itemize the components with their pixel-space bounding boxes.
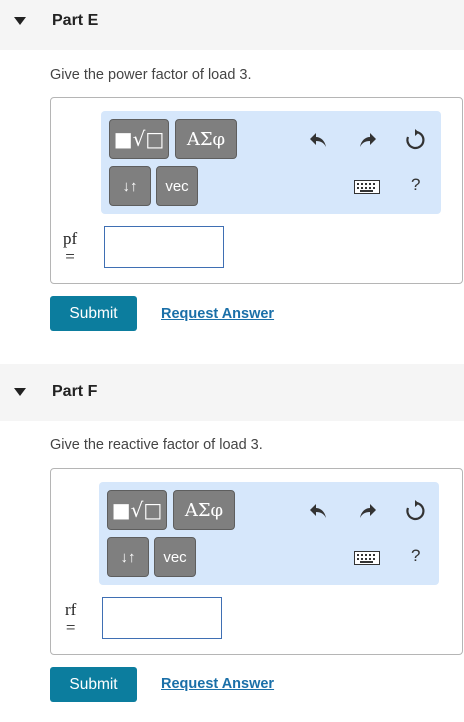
part-e-header[interactable]: Part E: [0, 0, 464, 50]
answer-box: ■√□ ΑΣφ ↓↑ vec ? rf =: [50, 468, 463, 655]
help-button[interactable]: ?: [411, 175, 420, 195]
greek-label: ΑΣφ: [184, 499, 224, 521]
caret-down-icon[interactable]: [14, 388, 26, 396]
vec-label: vec: [165, 177, 189, 195]
templates-button[interactable]: ■√□: [107, 490, 167, 530]
keyboard-icon[interactable]: [353, 175, 381, 199]
reset-icon[interactable]: [403, 128, 427, 152]
answer-box: ■√□ ΑΣφ ↓↑ vec ? pf =: [50, 97, 463, 284]
part-f-header[interactable]: Part F: [0, 364, 464, 421]
equals-sign: =: [65, 247, 75, 266]
redo-icon[interactable]: [356, 499, 380, 523]
templates-button[interactable]: ■√□: [109, 119, 169, 159]
help-button[interactable]: ?: [411, 546, 420, 566]
part-title: Part F: [52, 383, 98, 400]
reset-icon[interactable]: [403, 499, 427, 523]
greek-label: ΑΣφ: [186, 128, 226, 150]
question-prompt: Give the power factor of load 3.: [50, 67, 252, 83]
request-answer-link[interactable]: Request Answer: [161, 676, 274, 692]
greek-symbols-button[interactable]: ΑΣφ: [175, 119, 237, 159]
vector-button[interactable]: vec: [154, 537, 196, 577]
vec-label: vec: [163, 548, 187, 566]
subscript-superscript-button[interactable]: ↓↑: [109, 166, 151, 206]
greek-symbols-button[interactable]: ΑΣφ: [173, 490, 235, 530]
variable-name: pf: [63, 229, 78, 248]
undo-icon[interactable]: [306, 128, 330, 152]
answer-input[interactable]: [104, 226, 224, 268]
submit-button[interactable]: Submit: [50, 667, 137, 702]
submit-button[interactable]: Submit: [50, 296, 137, 331]
vector-button[interactable]: vec: [156, 166, 198, 206]
caret-down-icon[interactable]: [14, 17, 26, 25]
request-answer-link[interactable]: Request Answer: [161, 306, 274, 322]
templates-label: ■√□: [111, 498, 163, 522]
undo-icon[interactable]: [306, 499, 330, 523]
variable-name: rf: [65, 600, 77, 619]
question-prompt: Give the reactive factor of load 3.: [50, 437, 263, 453]
variable-label: pf =: [63, 230, 77, 266]
math-toolbar: ■√□ ΑΣφ ↓↑ vec ?: [101, 111, 441, 214]
arrows-label: ↓↑: [120, 548, 136, 566]
templates-label: ■√□: [113, 127, 165, 151]
subscript-superscript-button[interactable]: ↓↑: [107, 537, 149, 577]
redo-icon[interactable]: [356, 128, 380, 152]
answer-input[interactable]: [102, 597, 222, 639]
arrows-label: ↓↑: [122, 177, 138, 195]
part-title: Part E: [52, 12, 99, 29]
math-toolbar: ■√□ ΑΣφ ↓↑ vec ?: [99, 482, 439, 585]
keyboard-icon[interactable]: [353, 546, 381, 570]
equals-sign: =: [65, 618, 76, 637]
variable-label: rf =: [65, 601, 76, 637]
